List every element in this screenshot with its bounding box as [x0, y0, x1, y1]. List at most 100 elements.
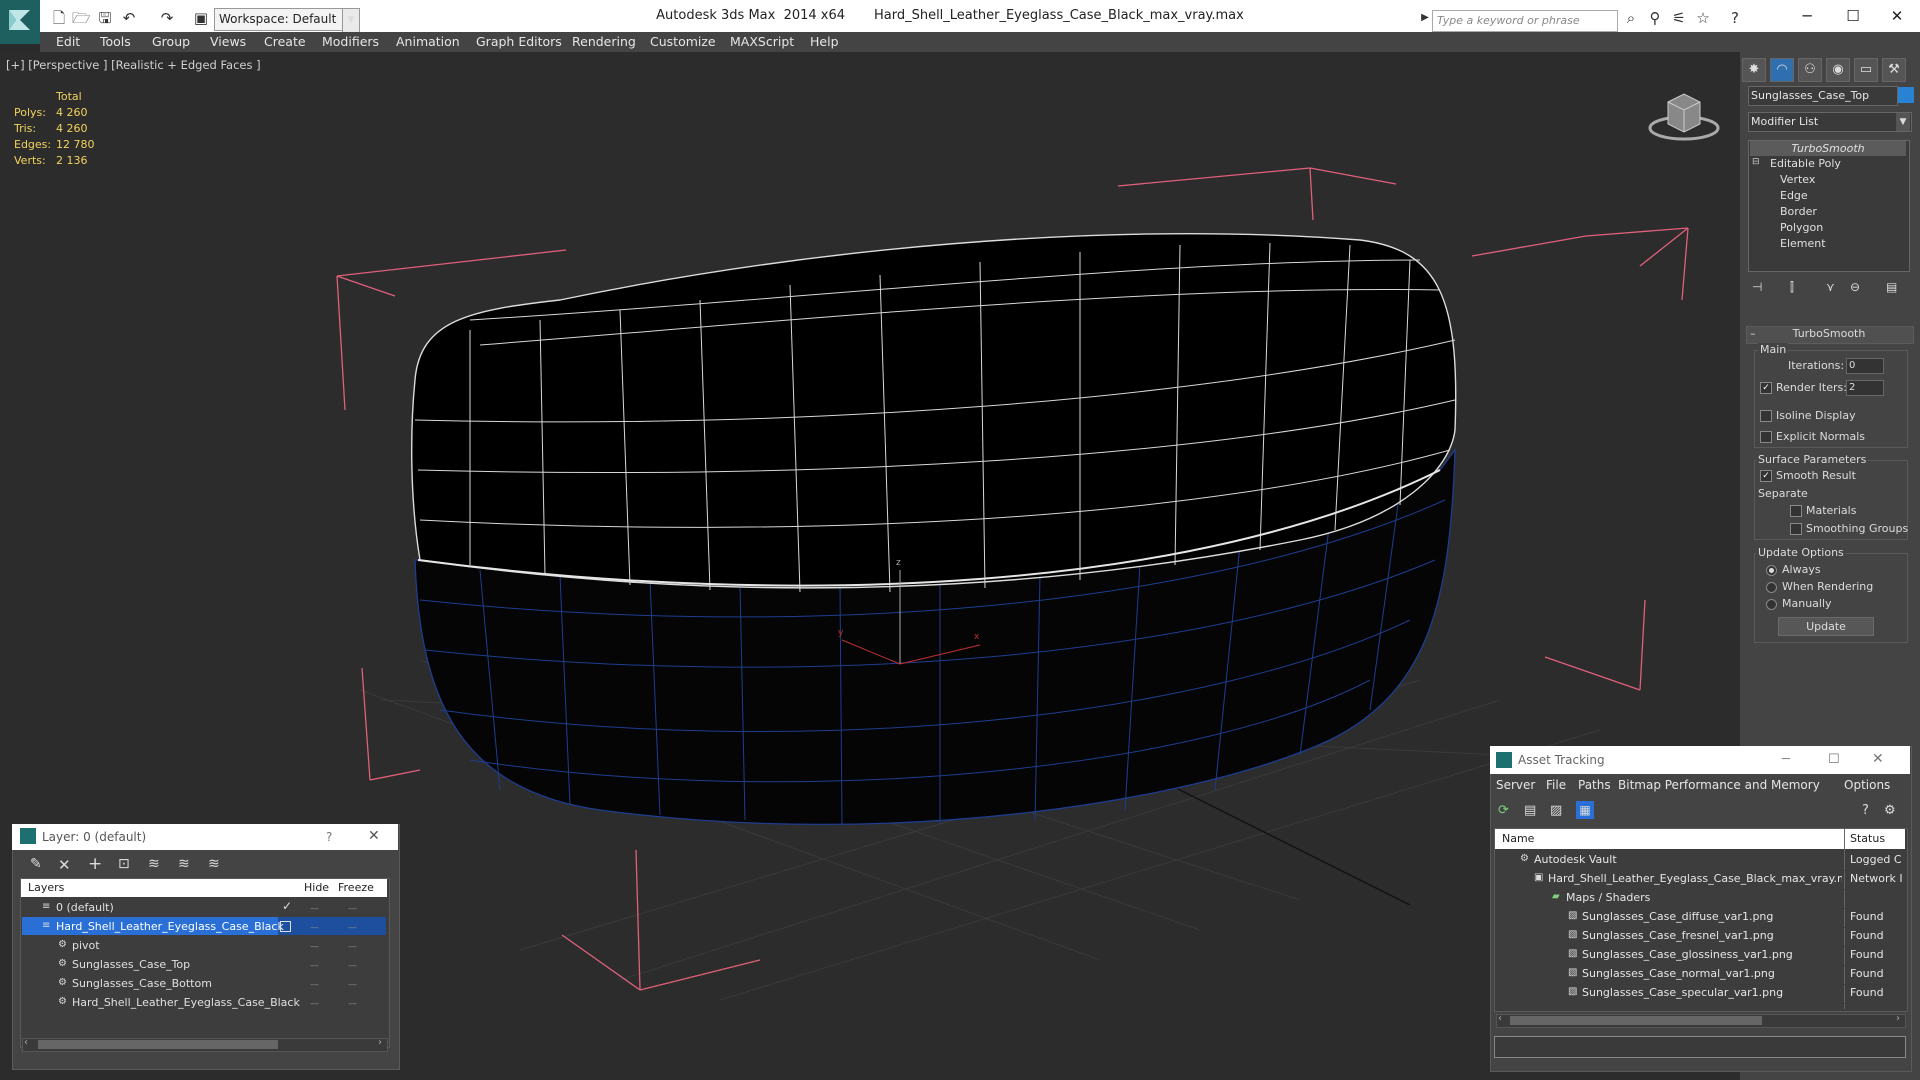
asset-menu-server[interactable]: Server	[1496, 778, 1535, 792]
menu-help[interactable]: Help	[810, 34, 839, 50]
refresh-icon[interactable]: ⟳	[1498, 803, 1509, 818]
menu-maxscript[interactable]: MAXScript	[730, 34, 794, 50]
menu-customize[interactable]: Customize	[650, 34, 716, 50]
hide-all-layers-icon[interactable]: ≋	[178, 856, 190, 872]
asset-settings-icon[interactable]: ⚙	[1884, 803, 1896, 818]
utilities-tab-icon[interactable]: ⚒	[1882, 58, 1906, 82]
explicit-normals-checkbox[interactable]	[1760, 431, 1772, 443]
asset-minimize-icon[interactable]: ─	[1782, 752, 1790, 767]
menu-graph-editors[interactable]: Graph Editors	[476, 34, 562, 50]
menu-tools[interactable]: Tools	[100, 34, 131, 50]
isoline-display-checkbox[interactable]	[1760, 410, 1772, 422]
asset-close-icon[interactable]: ✕	[1872, 751, 1884, 767]
workspace-select[interactable]: Workspace: Default	[214, 8, 350, 31]
menu-animation[interactable]: Animation	[396, 34, 460, 50]
object-color-swatch[interactable]	[1898, 87, 1914, 103]
smooth-result-checkbox[interactable]: ✓	[1760, 470, 1772, 482]
layer-object-name[interactable]: Sunglasses_Case_Top	[72, 958, 190, 971]
make-unique-icon[interactable]: ⋎	[1826, 280, 1835, 294]
asset-status-field[interactable]	[1494, 1036, 1906, 1058]
subscription-icon[interactable]: ⚲	[1646, 9, 1664, 27]
stack-item-border[interactable]: Border	[1780, 204, 1817, 219]
stack-item-vertex[interactable]: Vertex	[1780, 172, 1815, 187]
binoculars-icon[interactable]: ⌕	[1622, 9, 1640, 27]
menu-modifiers[interactable]: Modifiers	[322, 34, 379, 50]
asset-menu-options[interactable]: Options	[1844, 778, 1890, 792]
freeze-toggles[interactable]: — — — — — —	[348, 900, 357, 1014]
asset-help-icon[interactable]: ?	[1862, 803, 1869, 818]
remove-modifier-icon[interactable]: ⊖	[1850, 280, 1860, 294]
current-layer-check-icon[interactable]: ✓	[282, 899, 292, 913]
communication-icon[interactable]: ⚟	[1670, 9, 1688, 27]
layer-scroll-thumb[interactable]	[38, 1040, 278, 1049]
new-file-icon[interactable]: 🗋	[50, 9, 68, 27]
favorites-star-icon[interactable]: ☆	[1694, 9, 1712, 27]
configure-sets-icon[interactable]: ▤	[1886, 280, 1897, 294]
search-input[interactable]: Type a keyword or phrase	[1432, 10, 1618, 32]
set-current-layer-box[interactable]	[280, 921, 291, 932]
delete-layer-icon[interactable]: ✕	[58, 856, 71, 874]
project-folder-icon[interactable]: ▣	[192, 9, 210, 27]
update-manually-radio[interactable]	[1766, 599, 1777, 610]
layer-close-icon[interactable]: ✕	[368, 828, 380, 844]
layer-help-button[interactable]: ?	[326, 830, 332, 844]
list-view-icon[interactable]: ▤	[1524, 803, 1536, 818]
menu-create[interactable]: Create	[264, 34, 306, 50]
layer-object-name[interactable]: Hard_Shell_Leather_Eyeglass_Case_Black	[72, 996, 300, 1009]
create-layer-icon[interactable]: ✎	[30, 856, 42, 872]
pin-stack-icon[interactable]: ⊣	[1752, 280, 1762, 294]
redo-icon[interactable]: ↷	[158, 9, 176, 27]
display-tab-icon[interactable]: ▭	[1854, 58, 1878, 82]
update-when-rendering-radio[interactable]	[1766, 582, 1777, 593]
iterations-spinner[interactable]: 0	[1846, 358, 1884, 374]
save-file-icon[interactable]: 🖫	[96, 9, 114, 27]
scroll-left-icon[interactable]: ‹	[24, 1037, 28, 1048]
open-file-icon[interactable]: 🗁	[72, 9, 91, 27]
render-iters-spinner[interactable]: 2	[1846, 380, 1884, 396]
close-icon[interactable]: ✕	[1874, 0, 1920, 32]
menu-group[interactable]: Group	[152, 34, 190, 50]
motion-tab-icon[interactable]: ◉	[1826, 58, 1850, 82]
asset-name-column-header[interactable]: Name	[1502, 832, 1534, 845]
layer-object-name[interactable]: pivot	[72, 939, 100, 952]
create-tab-icon[interactable]: ✸	[1742, 58, 1766, 82]
stack-item-element[interactable]: Element	[1780, 236, 1826, 251]
app-menu-button[interactable]	[0, 0, 40, 44]
modifier-list-select[interactable]: Modifier List	[1748, 112, 1912, 132]
object-name-field[interactable]: Sunglasses_Case_Top	[1748, 86, 1898, 106]
maximize-icon[interactable]: ☐	[1830, 0, 1876, 32]
smoothing-groups-checkbox[interactable]	[1790, 523, 1802, 535]
update-always-radio[interactable]	[1766, 565, 1777, 576]
layer-object-name[interactable]: Sunglasses_Case_Bottom	[72, 977, 212, 990]
asset-scroll-thumb[interactable]	[1510, 1016, 1762, 1025]
menu-views[interactable]: Views	[210, 34, 246, 50]
thumbnail-view-icon[interactable]: ▨	[1550, 803, 1562, 818]
render-iters-checkbox[interactable]: ✓	[1760, 382, 1772, 394]
hide-toggles[interactable]: — — — — — —	[310, 900, 319, 1014]
freeze-all-layers-icon[interactable]: ≋	[208, 856, 220, 872]
select-objects-icon[interactable]: ⊡	[118, 856, 130, 872]
menu-edit[interactable]: Edit	[56, 34, 80, 50]
add-to-layer-icon[interactable]: +	[88, 854, 102, 874]
viewport-label-menu[interactable]: [+] [Perspective ] [Realistic + Edged Fa…	[6, 58, 261, 72]
asset-scroll-left-icon[interactable]: ‹	[1498, 1013, 1502, 1024]
table-view-icon[interactable]: ▦	[1576, 801, 1594, 819]
workspace-dropdown-arrow-icon[interactable]: ▼	[342, 8, 360, 33]
update-button[interactable]: Update	[1778, 617, 1874, 636]
hierarchy-tab-icon[interactable]: ⚇	[1798, 58, 1822, 82]
layers-column-header[interactable]: Layers	[28, 881, 64, 894]
help-icon[interactable]: ?	[1726, 9, 1744, 27]
hide-column-header[interactable]: Hide	[304, 881, 329, 894]
stack-item-editable-poly[interactable]: Editable Poly	[1770, 156, 1841, 171]
collapse-icon[interactable]: ⊟	[1752, 157, 1760, 167]
modify-tab-icon[interactable]: ◠	[1770, 58, 1794, 82]
highlight-layer-icon[interactable]: ≋	[148, 856, 160, 872]
asset-menu-paths[interactable]: Paths	[1578, 778, 1611, 792]
undo-icon[interactable]: ↶	[120, 9, 138, 27]
menu-rendering[interactable]: Rendering	[572, 34, 636, 50]
stack-item-edge[interactable]: Edge	[1780, 188, 1808, 203]
materials-checkbox[interactable]	[1790, 505, 1802, 517]
show-end-result-icon[interactable]: ⫿	[1790, 280, 1794, 295]
asset-maximize-icon[interactable]: ☐	[1828, 752, 1840, 767]
asset-menu-bitmap-performance[interactable]: Bitmap Performance and Memory	[1618, 778, 1820, 792]
